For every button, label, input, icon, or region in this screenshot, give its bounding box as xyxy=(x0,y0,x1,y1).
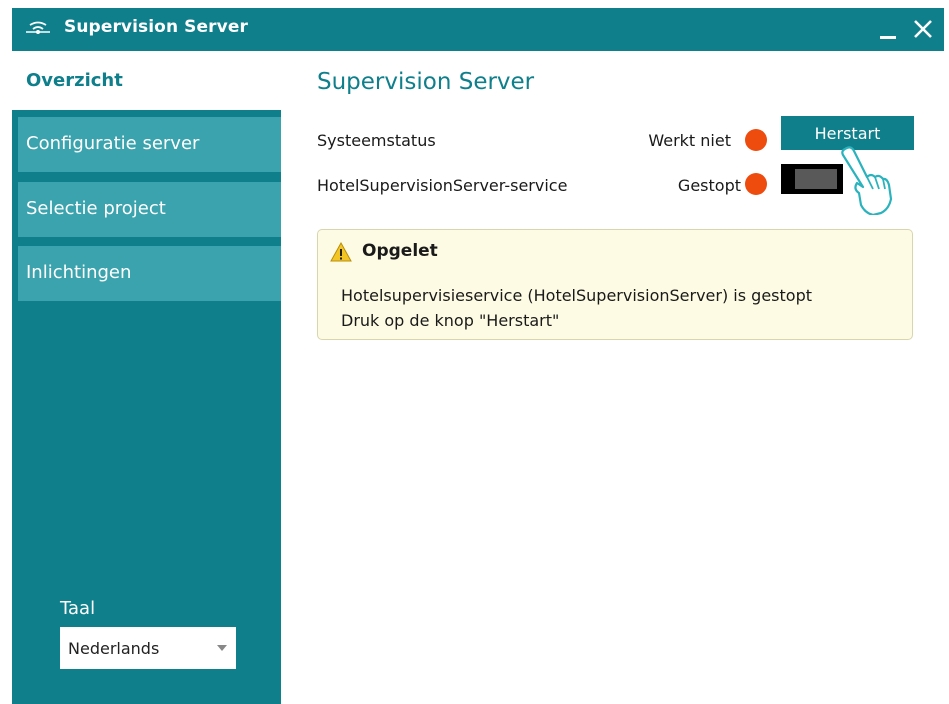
sidebar-item-label: Selectie project xyxy=(26,198,166,219)
sidebar-item-selectie-project[interactable]: Selectie project xyxy=(18,182,281,237)
warning-icon xyxy=(330,242,352,262)
language-select[interactable]: Nederlands xyxy=(60,627,236,669)
sidebar-item-label: Inlichtingen xyxy=(26,262,132,283)
window-title: Supervision Server xyxy=(64,17,248,37)
warning-message: Hotelsupervisieservice (HotelSupervision… xyxy=(341,286,812,305)
antenna-icon xyxy=(26,21,50,34)
sidebar-item-label: Overzicht xyxy=(26,70,123,91)
warning-title: Opgelet xyxy=(362,241,438,261)
warning-instruction: Druk op de knop "Herstart" xyxy=(341,311,560,330)
sidebar: Overzicht Configuratie server Selectie p… xyxy=(12,51,281,704)
minimize-icon xyxy=(880,36,896,39)
service-indicator-dot xyxy=(745,173,767,195)
sidebar-item-overzicht[interactable]: Overzicht xyxy=(12,51,281,110)
close-icon xyxy=(914,20,932,38)
minimize-button[interactable] xyxy=(874,14,904,44)
sidebar-item-inlichtingen[interactable]: Inlichtingen xyxy=(18,246,281,301)
pointing-hand-icon xyxy=(841,146,893,215)
sidebar-item-configuratie-server[interactable]: Configuratie server xyxy=(18,117,281,172)
app-window: Supervision Server Overzicht Configurati… xyxy=(12,8,944,704)
warning-box: Opgelet Hotelsupervisieservice (HotelSup… xyxy=(317,229,913,340)
sidebar-item-label: Configuratie server xyxy=(26,133,200,154)
title-bar: Supervision Server xyxy=(12,8,944,51)
language-label: Taal xyxy=(60,598,96,619)
service-status-value: Gestopt xyxy=(677,176,741,195)
system-status-value: Werkt niet xyxy=(648,131,731,150)
toggle-track xyxy=(795,169,837,189)
chevron-down-icon xyxy=(217,645,227,651)
status-indicator-dot xyxy=(745,129,767,151)
close-button[interactable] xyxy=(908,14,938,44)
page-title: Supervision Server xyxy=(317,69,535,95)
service-toggle[interactable] xyxy=(781,164,843,194)
main-content: Supervision Server Systeemstatus Werkt n… xyxy=(281,51,944,704)
language-value: Nederlands xyxy=(68,639,160,658)
service-status-label: HotelSupervisionServer-service xyxy=(317,176,568,195)
system-status-label: Systeemstatus xyxy=(317,131,436,150)
